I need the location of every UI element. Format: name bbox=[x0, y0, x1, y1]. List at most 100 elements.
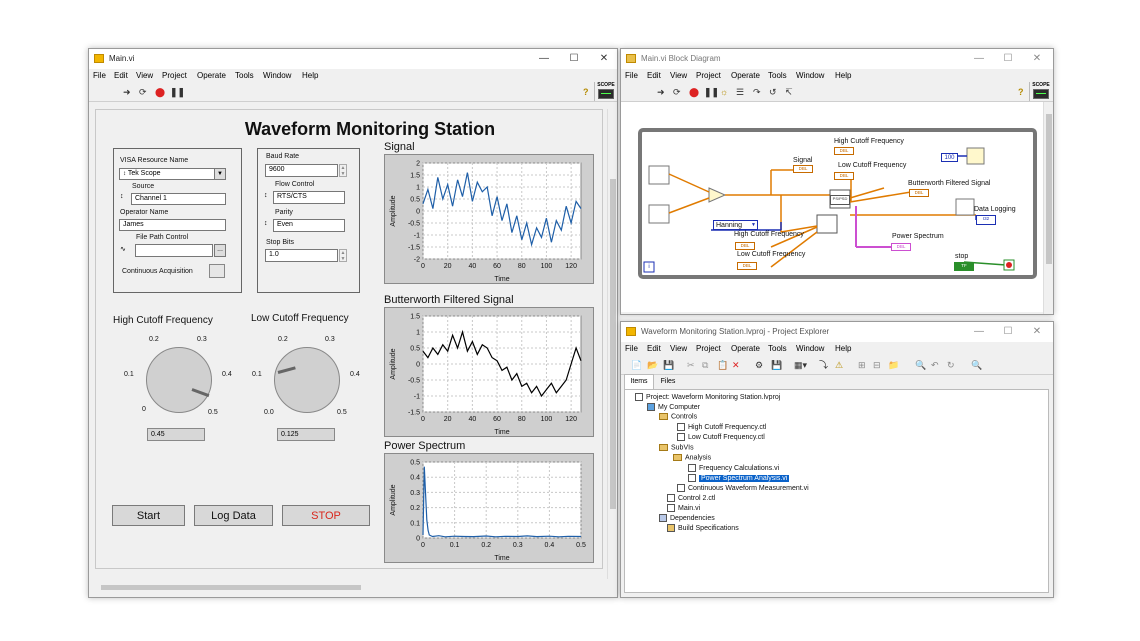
scroll-thumb[interactable] bbox=[610, 179, 616, 509]
tree-item-subvis[interactable]: SubVIs bbox=[659, 444, 694, 451]
parity-select[interactable]: Even bbox=[273, 219, 345, 232]
main-vi-horizontal-scrollbar[interactable] bbox=[95, 583, 605, 593]
tree-item-controls[interactable]: Controls bbox=[659, 413, 697, 420]
minimize-icon[interactable]: — bbox=[970, 325, 988, 339]
menu-project[interactable]: Project bbox=[696, 71, 721, 80]
menu-view[interactable]: View bbox=[670, 71, 687, 80]
tree-item-project[interactable]: Project: Waveform Monitoring Station.lvp… bbox=[635, 393, 780, 401]
menu-window[interactable]: Window bbox=[263, 71, 291, 80]
retain-wire-values-icon[interactable]: ☰ bbox=[736, 87, 744, 97]
baud-stepper-icon[interactable]: ▲ ▼ bbox=[339, 164, 347, 177]
close-icon[interactable]: ✕ bbox=[1028, 325, 1046, 339]
menu-edit[interactable]: Edit bbox=[114, 71, 128, 80]
menu-help[interactable]: Help bbox=[302, 71, 318, 80]
run-continuously-icon[interactable]: ⟳ bbox=[673, 87, 681, 97]
cut-icon[interactable]: ✂ bbox=[687, 360, 695, 370]
flow-select[interactable]: RTS/CTS bbox=[273, 191, 345, 204]
refresh-icon[interactable]: ↻ bbox=[947, 360, 955, 370]
maximize-icon[interactable]: ☐ bbox=[999, 325, 1017, 339]
menu-file[interactable]: File bbox=[93, 71, 106, 80]
minimize-icon[interactable]: — bbox=[970, 52, 988, 66]
pause-icon[interactable]: ❚❚ bbox=[170, 87, 185, 97]
stop-button[interactable]: STOP bbox=[282, 505, 370, 526]
run-continuously-icon[interactable]: ⟳ bbox=[139, 87, 147, 97]
stop-bits-stepper-icon[interactable]: ▲ ▼ bbox=[339, 249, 347, 262]
view-mode-icon[interactable]: ▦▾ bbox=[794, 360, 807, 370]
paste-icon[interactable]: 📋 bbox=[717, 360, 728, 370]
tree-item-power-spectrum-analysis[interactable]: Power Spectrum Analysis.vi bbox=[688, 474, 790, 482]
new-icon[interactable]: 📄 bbox=[631, 360, 642, 370]
pause-icon[interactable]: ❚❚ bbox=[704, 87, 719, 97]
warning-icon[interactable]: ⚠ bbox=[835, 360, 843, 370]
browse-button[interactable]: ... bbox=[214, 244, 226, 257]
find-icon[interactable]: 🔍 bbox=[915, 360, 926, 370]
menu-tools[interactable]: Tools bbox=[768, 344, 787, 353]
tree-item-analysis[interactable]: Analysis bbox=[673, 454, 711, 461]
tree-item-high-cutoff-ctl[interactable]: High Cutoff Frequency.ctl bbox=[677, 423, 766, 431]
tree-item-low-cutoff-ctl[interactable]: Low Cutoff Frequency.ctl bbox=[677, 433, 765, 441]
menu-project[interactable]: Project bbox=[696, 344, 721, 353]
search-icon[interactable]: 🔍 bbox=[971, 360, 982, 370]
tree-item-main-vi[interactable]: Main.vi bbox=[667, 504, 700, 512]
scroll-thumb[interactable] bbox=[101, 585, 361, 590]
flow-ring-arrows-icon[interactable]: ↕ bbox=[264, 192, 268, 199]
menu-edit[interactable]: Edit bbox=[647, 71, 661, 80]
menu-operate[interactable]: Operate bbox=[731, 344, 760, 353]
tab-files[interactable]: Files bbox=[654, 375, 682, 388]
open-icon[interactable]: 📂 bbox=[647, 360, 658, 370]
copy-icon[interactable]: ⧉ bbox=[702, 360, 708, 370]
new-folder-icon[interactable]: 📁 bbox=[888, 360, 899, 370]
menu-window[interactable]: Window bbox=[796, 344, 824, 353]
menu-file[interactable]: File bbox=[625, 344, 638, 353]
browse-path-icon[interactable]: ∿ bbox=[120, 245, 126, 253]
help-icon[interactable]: ? bbox=[1018, 87, 1024, 97]
tab-items[interactable]: Items bbox=[624, 374, 654, 389]
run-arrow-icon[interactable]: ➜ bbox=[123, 87, 131, 97]
maximize-icon[interactable]: ☐ bbox=[999, 52, 1017, 66]
source-ring-arrows-icon[interactable]: ↕ bbox=[120, 193, 124, 200]
low-cutoff-knob[interactable] bbox=[274, 347, 340, 413]
scroll-thumb[interactable] bbox=[1046, 114, 1052, 264]
tree-item-build-specifications[interactable]: Build Specifications bbox=[667, 524, 739, 532]
tree-item-continuous-waveform[interactable]: Continuous Waveform Measurement.vi bbox=[677, 484, 809, 492]
highlight-execution-icon[interactable]: ☼ bbox=[720, 87, 728, 97]
menu-window[interactable]: Window bbox=[796, 71, 824, 80]
baud-field[interactable]: 9600 bbox=[265, 164, 338, 177]
menu-operate[interactable]: Operate bbox=[731, 71, 760, 80]
menu-tools[interactable]: Tools bbox=[235, 71, 254, 80]
build-icon[interactable]: ⚙ bbox=[755, 360, 763, 370]
parity-ring-arrows-icon[interactable]: ↕ bbox=[264, 220, 268, 227]
tree-item-dependencies[interactable]: Dependencies bbox=[659, 514, 715, 522]
operator-field[interactable]: James bbox=[119, 219, 226, 231]
step-into-icon[interactable]: ↷ bbox=[753, 87, 761, 97]
high-cutoff-knob[interactable] bbox=[146, 347, 212, 413]
menu-file[interactable]: File bbox=[625, 71, 638, 80]
log-data-button[interactable]: Log Data bbox=[194, 505, 273, 526]
expand-icon[interactable]: ⊞ bbox=[858, 360, 866, 370]
continuous-acquisition-toggle[interactable] bbox=[209, 264, 225, 278]
abort-icon[interactable]: ⬤ bbox=[689, 87, 699, 97]
main-vi-vertical-scrollbar[interactable] bbox=[607, 109, 617, 579]
delete-icon[interactable]: ✕ bbox=[732, 360, 740, 370]
start-button[interactable]: Start bbox=[112, 505, 185, 526]
chevron-down-icon[interactable]: ▼ bbox=[751, 221, 756, 230]
tree-item-control-2[interactable]: Control 2.ctl bbox=[667, 494, 715, 502]
menu-tools[interactable]: Tools bbox=[768, 71, 787, 80]
maximize-icon[interactable]: ☐ bbox=[565, 52, 583, 66]
menu-view[interactable]: View bbox=[136, 71, 153, 80]
help-icon[interactable]: ? bbox=[583, 87, 589, 97]
tree-item-my-computer[interactable]: My Computer bbox=[647, 403, 700, 411]
hanning-window-enum[interactable]: Hanning ▼ bbox=[713, 220, 758, 230]
abort-icon[interactable]: ⬤ bbox=[155, 87, 165, 97]
deploy-icon[interactable]: ⤵ bbox=[819, 360, 828, 370]
undo-icon[interactable]: ↶ bbox=[931, 360, 939, 370]
chevron-down-icon[interactable]: ▼ bbox=[214, 169, 225, 179]
menu-operate[interactable]: Operate bbox=[197, 71, 226, 80]
save-icon[interactable]: 💾 bbox=[663, 360, 674, 370]
collapse-icon[interactable]: ⊟ bbox=[873, 360, 881, 370]
file-path-field[interactable] bbox=[135, 244, 213, 257]
save-all-icon[interactable]: 💾 bbox=[771, 360, 782, 370]
minimize-icon[interactable]: — bbox=[535, 52, 553, 66]
step-out-icon[interactable]: ↸ bbox=[785, 87, 793, 97]
block-diagram-vertical-scrollbar[interactable] bbox=[1043, 102, 1053, 314]
